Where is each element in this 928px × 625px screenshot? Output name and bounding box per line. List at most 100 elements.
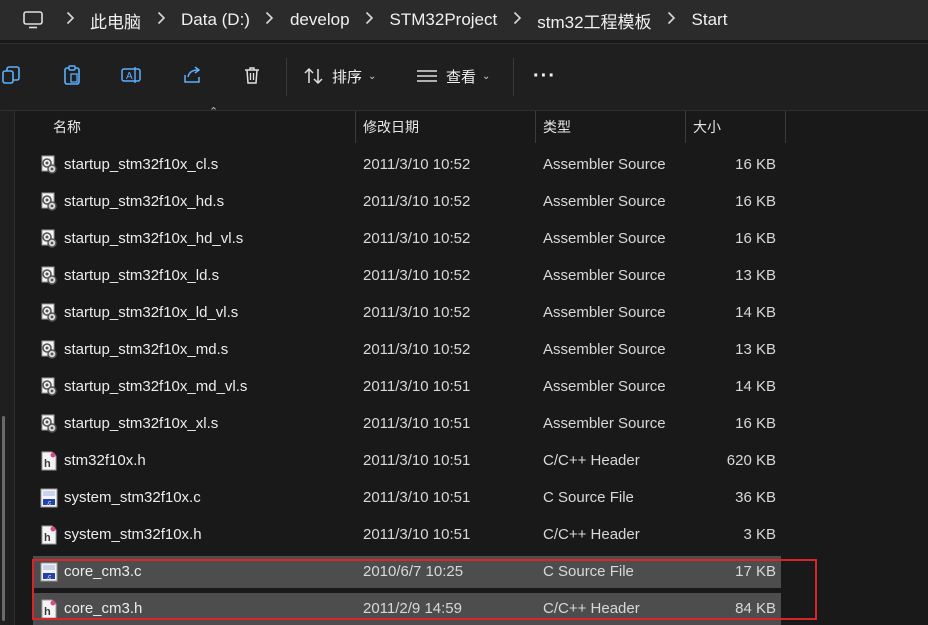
file-row[interactable]: startup_stm32f10x_md.s 2011/3/10 10:52 Ass…: [33, 334, 781, 366]
file-size: 14 KB: [735, 378, 776, 395]
share-icon[interactable]: [181, 64, 203, 86]
navigation-scrollbar[interactable]: [2, 416, 5, 621]
breadcrumb-item[interactable]: Start: [692, 10, 728, 30]
column-header-date[interactable]: 修改日期: [363, 111, 419, 143]
chevron-right-icon[interactable]: [148, 11, 174, 29]
file-row[interactable]: h system_stm32f10x.h 2011/3/10 10:51 C/C++ …: [33, 519, 781, 551]
file-type: Assembler Source: [543, 156, 666, 173]
column-divider[interactable]: [355, 111, 356, 143]
file-row[interactable]: startup_stm32f10x_cl.s 2011/3/10 10:52 Ass…: [33, 149, 781, 181]
svg-text:h: h: [44, 458, 51, 470]
file-type: Assembler Source: [543, 378, 666, 395]
column-divider[interactable]: [785, 111, 786, 143]
this-pc-icon[interactable]: [0, 11, 50, 29]
file-row[interactable]: startup_stm32f10x_hd.s 2011/3/10 10:52 Ass…: [33, 186, 781, 218]
file-name: core_cm3.h: [64, 600, 143, 617]
file-size: 14 KB: [735, 304, 776, 321]
file-type: Assembler Source: [543, 415, 666, 432]
file-name: core_cm3.c: [64, 563, 142, 580]
navigation-pane-edge: [0, 111, 15, 625]
file-modified-date: 2011/3/10 10:51: [363, 415, 471, 432]
file-row[interactable]: startup_stm32f10x_hd_vl.s 2011/3/10 10:52…: [33, 223, 781, 255]
file-modified-date: 2011/3/10 10:52: [363, 193, 471, 210]
file-name: startup_stm32f10x_hd.s: [64, 193, 225, 210]
file-size: 13 KB: [735, 267, 776, 284]
chevron-right-icon[interactable]: [257, 11, 283, 29]
file-row[interactable]: startup_stm32f10x_xl.s 2011/3/10 10:51 Ass…: [33, 408, 781, 440]
file-size: 36 KB: [735, 489, 776, 506]
column-header-row: ⌃ 名称 修改日期 类型 大小: [15, 106, 928, 143]
toolbar-divider: [513, 58, 514, 96]
assembler-file-icon: [39, 377, 59, 397]
breadcrumb: 此电脑 Data (D:) develop STM32Project stm32工程模板…: [50, 8, 727, 33]
column-header-name[interactable]: 名称: [53, 111, 81, 143]
file-type: Assembler Source: [543, 230, 666, 247]
breadcrumb-item[interactable]: 此电脑: [90, 8, 141, 33]
address-bar[interactable]: 此电脑 Data (D:) develop STM32Project stm32工程模板…: [0, 0, 928, 40]
assembler-file-icon: [39, 266, 59, 286]
file-type: Assembler Source: [543, 304, 666, 321]
file-size: 16 KB: [735, 230, 776, 247]
column-header-size[interactable]: 大小: [693, 111, 721, 143]
file-row[interactable]: startup_stm32f10x_ld_vl.s 2011/3/10 10:52…: [33, 297, 781, 329]
file-row[interactable]: startup_stm32f10x_ld.s 2011/3/10 10:52 Ass…: [33, 260, 781, 292]
file-name: system_stm32f10x.c: [64, 489, 201, 506]
file-type: Assembler Source: [543, 193, 666, 210]
chevron-right-icon[interactable]: [357, 11, 383, 29]
toolbar-divider: [286, 58, 287, 96]
assembler-file-icon: [39, 340, 59, 360]
rename-icon[interactable]: A: [121, 64, 143, 86]
delete-icon[interactable]: [241, 64, 263, 86]
file-modified-date: 2011/3/10 10:52: [363, 341, 471, 358]
breadcrumb-item[interactable]: STM32Project: [390, 10, 498, 30]
view-label: 查看: [446, 68, 477, 86]
file-type: C/C++ Header: [543, 526, 640, 543]
file-type: Assembler Source: [543, 267, 666, 284]
chevron-right-icon[interactable]: [504, 11, 530, 29]
sort-icon: [304, 67, 324, 85]
file-modified-date: 2011/3/10 10:52: [363, 230, 471, 247]
chevron-down-icon: ⌄: [482, 70, 491, 82]
file-size: 13 KB: [735, 341, 776, 358]
file-modified-date: 2011/3/10 10:51: [363, 526, 471, 543]
file-row[interactable]: .c system_stm32f10x.c 2011/3/10 10:51 C Sou…: [33, 482, 781, 514]
file-modified-date: 2011/3/10 10:51: [363, 489, 471, 506]
command-toolbar: A 排序 ⌄ 查看 ⌄ ···: [0, 43, 928, 111]
view-button[interactable]: 查看 ⌄: [417, 62, 490, 90]
breadcrumb-item[interactable]: Data (D:): [181, 10, 250, 30]
file-row[interactable]: h core_cm3.h 2011/2/9 14:59 C/C++ Header 84 …: [33, 593, 781, 625]
file-row[interactable]: startup_stm32f10x_md_vl.s 2011/3/10 10:51…: [33, 371, 781, 403]
svg-text:A: A: [126, 71, 133, 82]
chevron-right-icon[interactable]: [57, 11, 83, 29]
file-name: startup_stm32f10x_hd_vl.s: [64, 230, 244, 247]
file-modified-date: 2011/3/10 10:51: [363, 378, 471, 395]
paste-icon[interactable]: [61, 64, 83, 86]
file-modified-date: 2011/3/10 10:52: [363, 156, 471, 173]
chevron-right-icon[interactable]: [659, 11, 685, 29]
svg-text:h: h: [44, 532, 51, 544]
assembler-file-icon: [39, 155, 59, 175]
column-divider[interactable]: [685, 111, 686, 143]
file-name: startup_stm32f10x_ld.s: [64, 267, 220, 284]
file-name: startup_stm32f10x_md.s: [64, 341, 229, 358]
sort-button[interactable]: 排序 ⌄: [304, 62, 376, 90]
copy-icon[interactable]: [0, 64, 22, 86]
file-type: C/C++ Header: [543, 600, 640, 617]
file-row[interactable]: .c core_cm3.c 2010/6/7 10:25 C Source File 1…: [33, 556, 781, 588]
file-size: 84 KB: [735, 600, 776, 617]
chevron-down-icon: ⌄: [368, 70, 377, 82]
column-divider[interactable]: [535, 111, 536, 143]
file-type: C Source File: [543, 489, 634, 506]
file-name: startup_stm32f10x_xl.s: [64, 415, 219, 432]
breadcrumb-item[interactable]: develop: [290, 10, 350, 30]
file-row[interactable]: h stm32f10x.h 2011/3/10 10:51 C/C++ Header 6…: [33, 445, 781, 477]
header-file-icon: h: [39, 525, 59, 545]
file-modified-date: 2011/2/9 14:59: [363, 600, 462, 617]
file-size: 16 KB: [735, 193, 776, 210]
header-file-icon: h: [39, 599, 59, 619]
file-modified-date: 2011/3/10 10:52: [363, 267, 471, 284]
svg-text:.c: .c: [47, 574, 52, 580]
column-header-type[interactable]: 类型: [543, 111, 571, 143]
breadcrumb-item[interactable]: stm32工程模板: [537, 8, 651, 33]
more-options-button[interactable]: ···: [533, 62, 556, 90]
